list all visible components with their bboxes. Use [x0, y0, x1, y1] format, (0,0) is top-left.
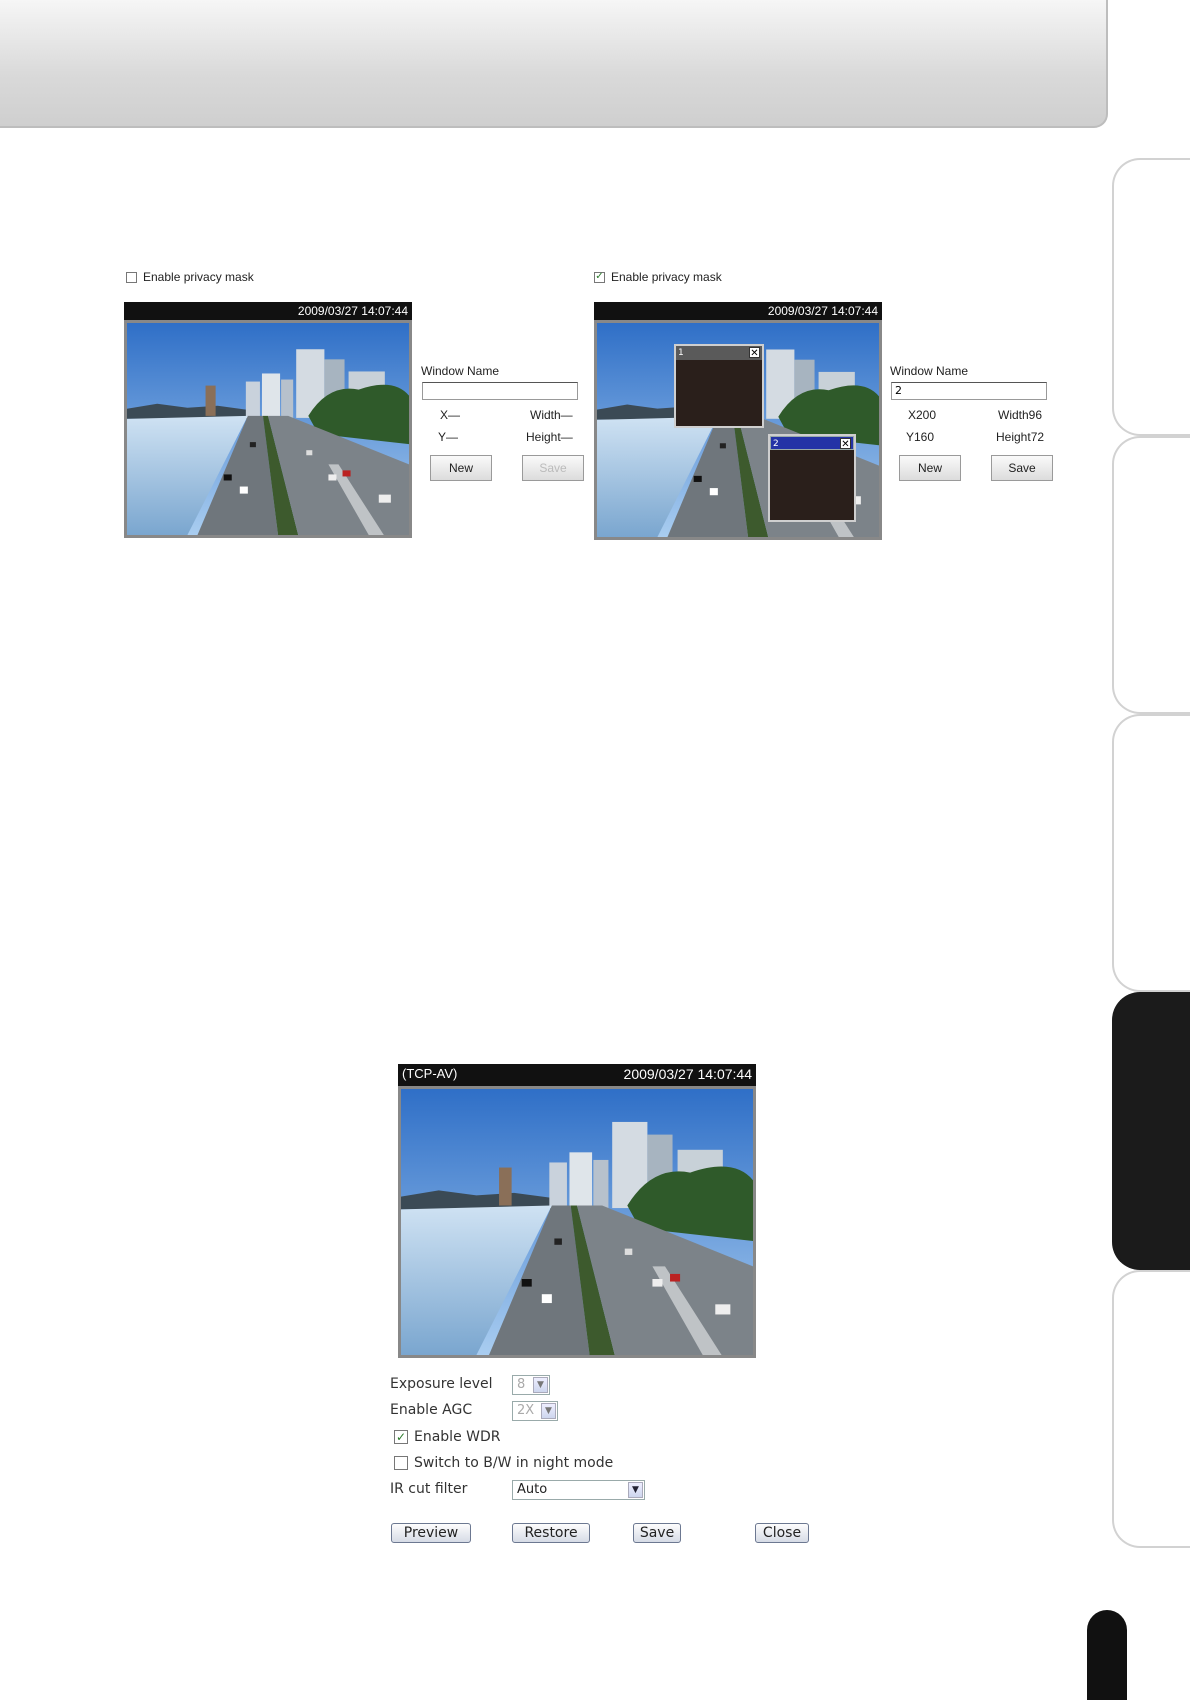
window-name-input-right[interactable]: 2 — [891, 382, 1047, 400]
preview-button[interactable]: Preview — [391, 1523, 471, 1543]
window-name-label-left: Window Name — [421, 364, 500, 378]
checkbox-right-box[interactable]: ✓ — [594, 271, 605, 283]
enable-wdr-checkbox[interactable]: ✓ Enable WDR — [394, 1429, 501, 1445]
agc-value: 2X — [517, 1403, 535, 1418]
close-button[interactable]: Close — [755, 1523, 809, 1543]
privacy-mask-window-1[interactable]: 1 ✕ — [674, 344, 764, 428]
agc-select[interactable]: 2X ▼ — [512, 1401, 558, 1421]
timestamp-right: 2009/03/27 14:07:44 — [767, 304, 878, 318]
restore-button[interactable]: Restore — [512, 1523, 590, 1543]
bw-checkbox-box[interactable] — [394, 1456, 408, 1470]
chevron-down-icon[interactable]: ▼ — [533, 1377, 548, 1393]
save-button[interactable]: Save — [633, 1523, 681, 1543]
camera-view-right: 2009/03/27 14:07:44 1 ✕ 2 ✕ — [594, 302, 882, 540]
new-button-right[interactable]: New — [899, 455, 961, 481]
y-value-right: Y160 — [906, 430, 935, 444]
enable-privacy-mask-checkbox-left[interactable]: Enable privacy mask — [126, 270, 254, 284]
checkbox-right-label: Enable privacy mask — [611, 270, 722, 284]
checkbox-left-box[interactable] — [126, 271, 137, 283]
exposure-level-value: 8 — [517, 1377, 526, 1392]
height-value-left: Height— — [526, 430, 573, 444]
mask-2-title: 2 — [773, 439, 779, 449]
x-value-right: X200 — [908, 408, 937, 422]
side-tab-5 — [1112, 1270, 1190, 1548]
new-button-left[interactable]: New — [430, 455, 492, 481]
bw-night-mode-checkbox[interactable]: Switch to B/W in night mode — [394, 1455, 613, 1471]
enable-agc-label: Enable AGC — [390, 1402, 473, 1418]
side-tab-1 — [1112, 158, 1190, 436]
exposure-level-select[interactable]: 8 ▼ — [512, 1375, 550, 1395]
exposure-level-label: Exposure level — [390, 1376, 493, 1392]
wdr-checkbox-box[interactable]: ✓ — [394, 1430, 408, 1444]
camera-image-bottom — [398, 1086, 756, 1358]
save-button-right[interactable]: Save — [991, 455, 1053, 481]
window-name-label-right: Window Name — [890, 364, 969, 378]
timestamp-bottom: 2009/03/27 14:07:44 — [623, 1066, 752, 1082]
checkbox-left-label: Enable privacy mask — [143, 270, 254, 284]
x-value-left: X— — [440, 408, 461, 422]
chevron-down-icon[interactable]: ▼ — [628, 1482, 643, 1498]
mask-2-titlebar[interactable]: 2 ✕ — [770, 436, 854, 450]
camera-view-left: 2009/03/27 14:07:44 — [124, 302, 412, 538]
timestamp-left: 2009/03/27 14:07:44 — [297, 304, 408, 318]
window-name-input-left[interactable] — [422, 382, 578, 400]
width-value-left: Width— — [530, 408, 573, 422]
mask-1-titlebar[interactable]: 1 ✕ — [676, 346, 762, 360]
side-tab-active — [1112, 992, 1190, 1270]
privacy-mask-window-2[interactable]: 2 ✕ — [768, 434, 856, 522]
camera-image-left — [124, 320, 412, 538]
stream-label: (TCP-AV) — [402, 1066, 458, 1081]
page-header-bar — [0, 0, 1108, 128]
page-number-tab — [1087, 1610, 1127, 1700]
enable-wdr-label: Enable WDR — [414, 1429, 501, 1445]
side-tab-2 — [1112, 436, 1190, 714]
close-icon[interactable]: ✕ — [749, 347, 760, 359]
camera-view-bottom: (TCP-AV) 2009/03/27 14:07:44 — [398, 1064, 756, 1358]
close-icon[interactable]: ✕ — [840, 438, 851, 450]
ir-cut-filter-label: IR cut filter — [390, 1481, 468, 1497]
ir-cut-filter-select[interactable]: Auto ▼ — [512, 1480, 645, 1500]
ir-cut-filter-value: Auto — [517, 1482, 548, 1497]
bw-night-mode-label: Switch to B/W in night mode — [414, 1455, 614, 1471]
side-tab-3 — [1112, 714, 1190, 992]
y-value-left: Y— — [438, 430, 459, 444]
save-button-left[interactable]: Save — [522, 455, 584, 481]
chevron-down-icon[interactable]: ▼ — [541, 1403, 556, 1419]
mask-1-title: 1 — [678, 348, 684, 358]
height-value-right: Height72 — [996, 430, 1045, 444]
enable-privacy-mask-checkbox-right[interactable]: ✓ Enable privacy mask — [594, 270, 722, 284]
width-value-right: Width96 — [998, 408, 1043, 422]
